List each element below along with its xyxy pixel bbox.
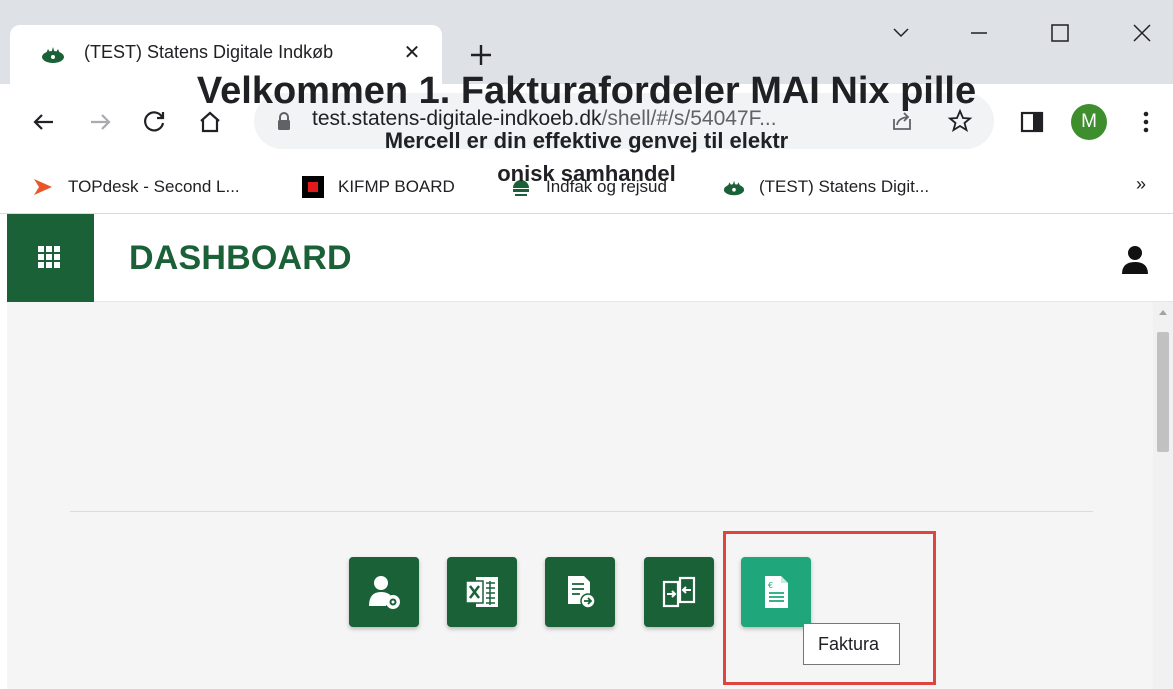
maximize-icon[interactable] xyxy=(1045,18,1075,48)
subtitle-line-1: Mercell er din effektive genvej til elek… xyxy=(384,128,789,153)
minimize-icon[interactable] xyxy=(964,18,994,48)
transfer-icon xyxy=(662,576,696,608)
user-icon[interactable] xyxy=(1120,244,1150,274)
scrollbar[interactable] xyxy=(1153,302,1173,689)
scroll-up-arrow[interactable] xyxy=(1159,310,1167,315)
tile-excel[interactable] xyxy=(447,557,517,627)
welcome-subtitle: Mercell er din effektive genvej til elek… xyxy=(0,124,1173,190)
tile-document-export[interactable] xyxy=(545,557,615,627)
dashboard-content xyxy=(7,302,1153,689)
tab-title: (TEST) Statens Digitale Indkøb xyxy=(84,42,334,62)
tile-transfer[interactable] xyxy=(644,557,714,627)
excel-icon xyxy=(465,577,498,607)
user-settings-icon xyxy=(369,576,400,609)
new-tab-button[interactable] xyxy=(466,40,496,70)
divider xyxy=(70,511,1093,512)
welcome-heading: Velkommen 1. Fakturafordeler MAI Nix pil… xyxy=(196,70,977,112)
tooltip-faktura: Faktura xyxy=(803,623,900,665)
app-launcher-button[interactable] xyxy=(7,214,94,302)
grid-icon xyxy=(38,246,60,268)
page-title: DASHBOARD xyxy=(129,239,352,277)
close-icon[interactable] xyxy=(1127,18,1157,48)
tab-close-button[interactable]: ✕ xyxy=(398,39,426,67)
tile-user-settings[interactable] xyxy=(349,557,419,627)
crown-icon xyxy=(42,47,64,63)
document-export-icon xyxy=(568,576,596,609)
app-header: DASHBOARD xyxy=(7,214,1173,302)
scrollbar-thumb[interactable] xyxy=(1157,332,1169,452)
subtitle-line-2: onisk samhandel xyxy=(497,161,676,186)
chevron-down-icon[interactable] xyxy=(886,18,916,48)
